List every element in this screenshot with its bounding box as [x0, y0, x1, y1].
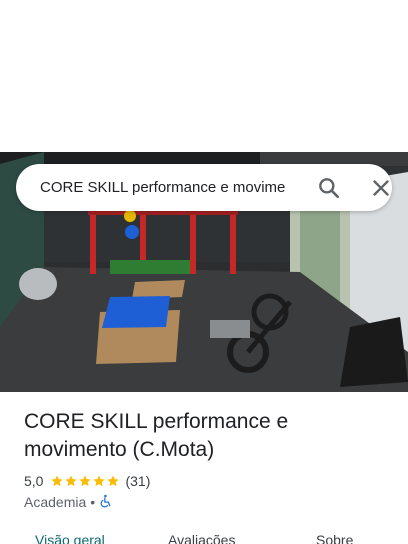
place-title: CORE SKILL performance e movimento (C.Mo…	[24, 410, 289, 461]
tab-overview[interactable]: Visão geral	[35, 532, 105, 544]
category-row: Academia •	[24, 493, 113, 511]
close-icon[interactable]	[368, 175, 394, 201]
category-label[interactable]: Academia	[24, 494, 86, 510]
search-icon[interactable]	[316, 175, 342, 201]
rating-stars	[50, 474, 120, 488]
search-input[interactable]: CORE SKILL performance e movime	[40, 164, 300, 211]
rating-value: 5,0	[24, 473, 44, 489]
star-icon	[65, 475, 78, 487]
star-icon	[51, 475, 64, 487]
search-bar[interactable]: CORE SKILL performance e movime	[16, 164, 392, 211]
tab-reviews[interactable]: Avaliações	[168, 532, 235, 544]
star-icon	[107, 475, 120, 487]
place-tabs: Visão geral Avaliações Sobre	[0, 530, 408, 544]
separator-dot: •	[90, 494, 96, 510]
review-count[interactable]: (31)	[125, 473, 150, 489]
wheelchair-icon	[99, 494, 113, 511]
rating-row[interactable]: 5,0 (31)	[24, 472, 150, 490]
star-icon	[93, 475, 106, 487]
star-icon	[79, 475, 92, 487]
tab-about[interactable]: Sobre	[316, 532, 353, 544]
